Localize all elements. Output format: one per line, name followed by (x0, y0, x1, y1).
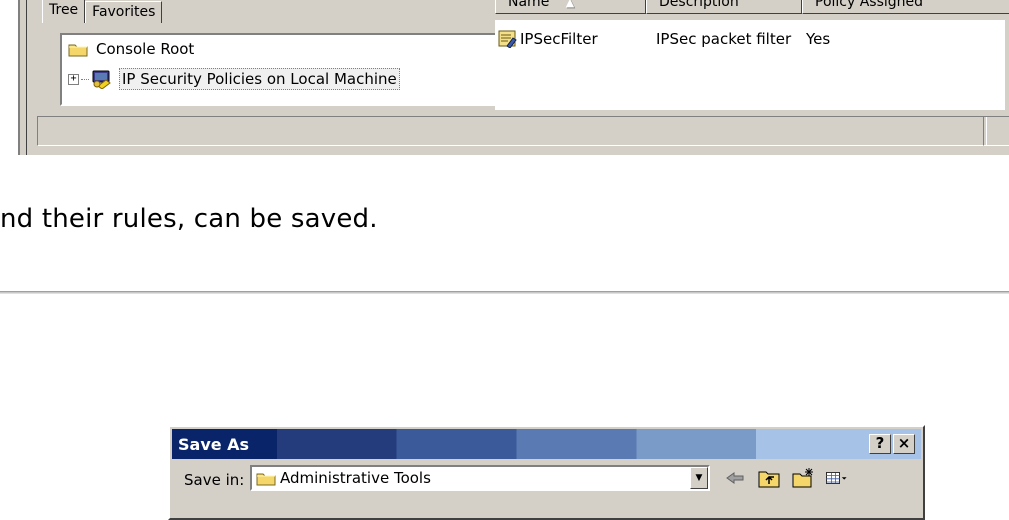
column-header-description[interactable]: Description (646, 0, 802, 14)
tab-tree[interactable]: Tree (42, 0, 86, 23)
save-in-label: Save in: (184, 471, 245, 489)
save-in-dropdown[interactable]: Administrative Tools ▼ (250, 465, 710, 491)
tree-item-ip-security-policies[interactable]: + IP Security Policies on Local Machine (68, 67, 400, 91)
save-as-dialog: Save As ? × Save in: Administrative Tool… (168, 425, 925, 520)
column-header-policy-assigned[interactable]: Policy Assigned (802, 0, 1009, 14)
policy-icon (498, 30, 517, 48)
up-folder-icon[interactable] (757, 467, 781, 489)
expand-icon[interactable]: + (68, 73, 79, 85)
save-in-value: Administrative Tools (280, 469, 431, 487)
dialog-titlebar[interactable]: Save As ? × (172, 429, 921, 459)
list-header: Name ▲ Description Policy Assigned (495, 0, 1009, 20)
list-cell-policy-assigned: Yes (806, 30, 831, 48)
chevron-down-icon[interactable]: ▼ (690, 467, 708, 489)
status-bar-panel (983, 116, 1009, 146)
document-paragraph: nd their rules, can be saved. (0, 204, 378, 234)
folder-icon (256, 473, 276, 485)
view-menu-icon[interactable] (825, 467, 849, 489)
status-bar (37, 116, 987, 146)
ip-security-icon (92, 70, 111, 89)
close-button[interactable]: × (893, 434, 915, 454)
tree-item-console-root[interactable]: Console Root (68, 37, 196, 61)
help-button[interactable]: ? (869, 434, 891, 454)
horizontal-divider (0, 291, 1009, 294)
tree-connector (81, 78, 89, 80)
list-item-name: IPSecFilter (520, 30, 598, 48)
sort-ascending-icon: ▲ (565, 0, 575, 9)
tree-pane: Console Root + IP Security Policies on L… (60, 33, 498, 106)
dialog-toolbar (723, 467, 849, 489)
list-cell-description: IPSec packet filter (656, 30, 792, 48)
tree-item-label: IP Security Policies on Local Machine (119, 68, 400, 90)
tab-favorites[interactable]: Favorites (85, 1, 163, 23)
column-header-name[interactable]: Name ▲ (495, 0, 646, 14)
folder-icon (68, 44, 88, 56)
column-name-label: Name (508, 0, 550, 10)
back-icon[interactable] (723, 467, 747, 489)
new-folder-icon[interactable] (791, 467, 815, 489)
dialog-title: Save As (178, 435, 250, 454)
list-item[interactable]: IPSecFilter IPSec packet filter Yes (498, 30, 926, 48)
list-cell-name: IPSecFilter (498, 30, 656, 48)
details-list: IPSecFilter IPSec packet filter Yes (495, 20, 1005, 110)
console-tabs: Tree Favorites (42, 0, 163, 23)
tree-item-label: Console Root (96, 40, 195, 58)
